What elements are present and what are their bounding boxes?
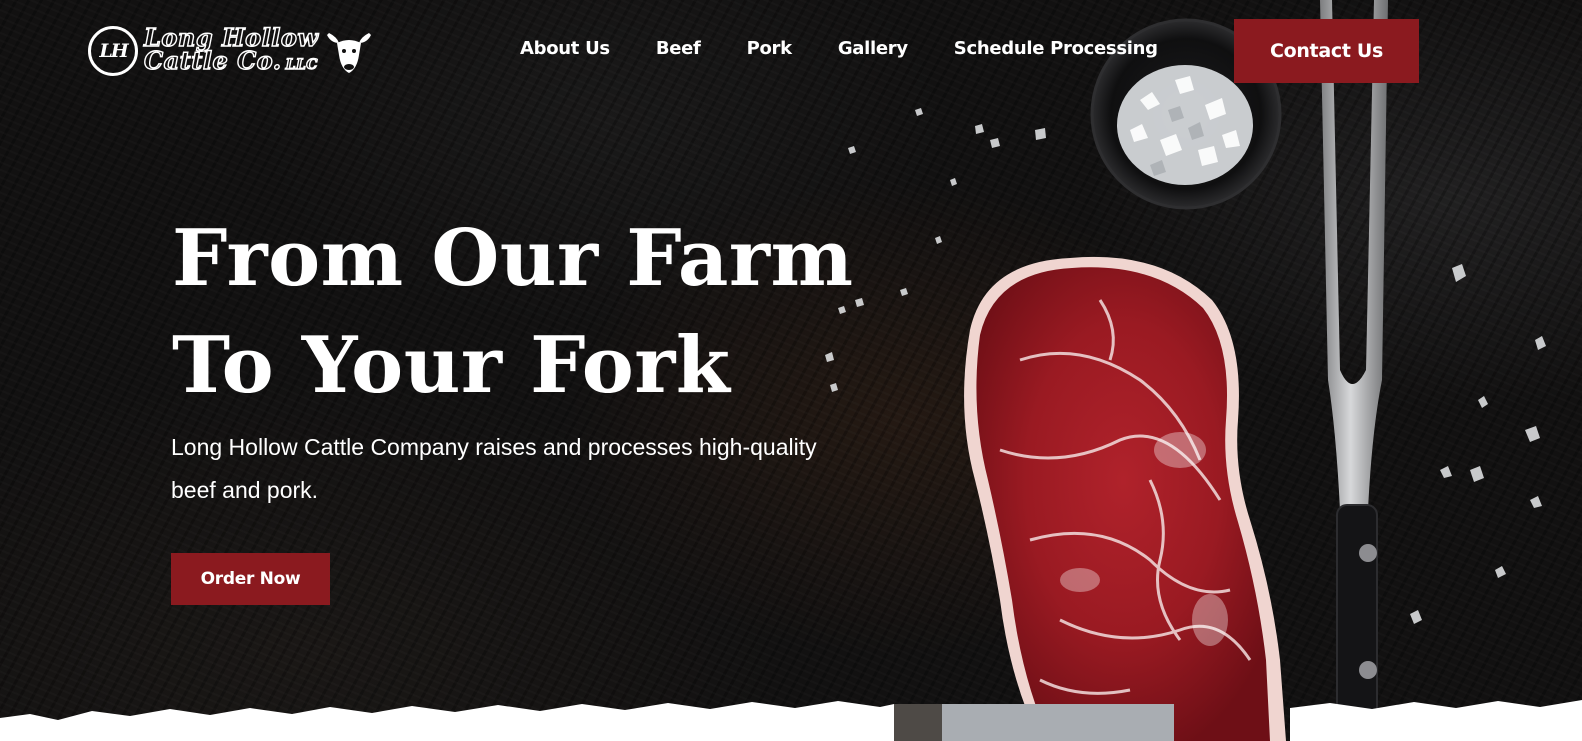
logo-line-2: Cattle Co. LLC (143, 45, 319, 77)
logo-monogram: LH (88, 26, 138, 76)
contact-us-button[interactable]: Contact Us (1234, 19, 1419, 83)
torn-paper-edge (0, 700, 1582, 741)
order-now-button[interactable]: Order Now (171, 553, 330, 605)
main-nav: About Us Beef Pork Gallery Schedule Proc… (520, 38, 1204, 59)
logo-line-2-text: Cattle Co. (143, 45, 282, 75)
carving-fork (1320, 0, 1388, 741)
hero-headline-line-1: From Our Farm (172, 213, 854, 304)
nav-beef[interactable]: Beef (656, 38, 701, 59)
nav-gallery[interactable]: Gallery (838, 38, 908, 59)
logo-suffix: LLC (285, 56, 318, 73)
logo-wordmark: Long Hollow Cattle Co. LLC (143, 24, 319, 77)
hero-headline: From Our Farm To Your Fork (172, 205, 872, 419)
hero-headline-line-2: To Your Fork (172, 320, 731, 411)
nav-about-us[interactable]: About Us (520, 38, 610, 59)
nav-schedule-processing[interactable]: Schedule Processing (954, 38, 1158, 59)
nav-pork[interactable]: Pork (747, 38, 793, 59)
hero-subtext: Long Hollow Cattle Company raises and pr… (171, 434, 817, 503)
steak (964, 256, 1286, 741)
hero-section: LH Long Hollow Cattle Co. LLC About Us Be… (0, 0, 1582, 741)
bull-head-icon (326, 33, 371, 73)
site-logo[interactable]: LH Long Hollow Cattle Co. LLC (88, 22, 448, 80)
